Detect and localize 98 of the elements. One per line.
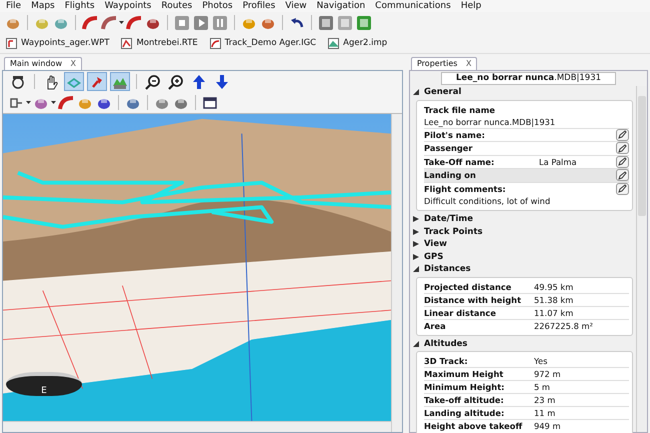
track-icon[interactable]: [101, 14, 117, 30]
edit-button[interactable]: [616, 128, 629, 141]
track-icon[interactable]: [58, 94, 74, 110]
zoom-out-icon: [145, 74, 161, 90]
expand-triangle-icon[interactable]: [413, 228, 419, 235]
property-label: Landing altitude:: [424, 408, 506, 418]
open-file-tab[interactable]: Ager2.imp: [328, 38, 388, 48]
menu-item[interactable]: Routes: [161, 0, 192, 12]
marker-button[interactable]: [87, 72, 107, 91]
field-label: Flight comments:: [424, 184, 507, 194]
vertical-scrollbar[interactable]: [636, 86, 647, 432]
property-label: Linear distance: [424, 308, 497, 318]
waypoint-file-icon: [6, 38, 17, 48]
expand-triangle-icon[interactable]: [413, 254, 419, 260]
collapse-triangle-icon[interactable]: [413, 89, 419, 96]
section-header[interactable]: Distances: [413, 263, 633, 276]
field-label: Track file name: [424, 104, 496, 116]
window-icon[interactable]: [202, 94, 218, 110]
edit-button[interactable]: [616, 182, 629, 195]
properties-tab[interactable]: Properties X: [411, 57, 478, 70]
dropdown-caret-icon[interactable]: [119, 21, 124, 24]
pause-icon[interactable]: [212, 14, 228, 30]
dropdown-caret-icon[interactable]: [51, 101, 56, 104]
property-row[interactable]: Passenger: [424, 141, 629, 154]
open-file-tab[interactable]: Waypoints_ager.WPT: [6, 38, 110, 48]
property-value: 949 m: [534, 421, 561, 431]
zoom-out-button[interactable]: [143, 72, 163, 91]
property-label: Projected distance: [424, 282, 512, 292]
section-header[interactable]: Date/Time: [413, 213, 633, 226]
arrow-up-icon: [191, 74, 207, 90]
open-file-tab[interactable]: Track_Demo Ager.IGC: [210, 38, 316, 48]
dropdown-caret-icon[interactable]: [26, 101, 31, 104]
property-value: 2267225.8 m²: [534, 320, 593, 330]
edit-button[interactable]: [616, 142, 629, 154]
field-label: Pilot's name:: [424, 130, 486, 140]
edit-button[interactable]: [616, 156, 629, 168]
arrow-down-icon: [214, 74, 230, 90]
menu-item[interactable]: Profiles: [242, 0, 276, 12]
menu-item[interactable]: File: [6, 0, 22, 12]
property-row[interactable]: Landing on: [424, 168, 629, 182]
property-value: 11.07 km: [534, 308, 574, 318]
menu-item[interactable]: Flights: [64, 0, 95, 12]
zoom-in-button[interactable]: [166, 72, 186, 91]
property-value: 23 m: [534, 395, 556, 405]
property-label: Height above takeoff: [424, 421, 524, 431]
collapse-triangle-icon[interactable]: [413, 340, 419, 347]
menu-item[interactable]: Communications: [375, 0, 451, 12]
field-label: Passenger: [424, 143, 474, 154]
field-value: La Palma: [539, 156, 578, 167]
route-file-icon: [121, 38, 132, 48]
edit-button[interactable]: [616, 169, 629, 182]
section-header[interactable]: View: [413, 238, 633, 250]
expand-triangle-icon[interactable]: [413, 241, 419, 248]
expand-triangle-icon[interactable]: [413, 216, 419, 222]
property-label: Distance with height: [424, 294, 522, 304]
horizontal-scrollbar[interactable]: [3, 421, 391, 432]
property-value: 972 m: [534, 369, 561, 379]
property-value: 11 m: [534, 408, 556, 418]
menu-item[interactable]: Navigation: [316, 0, 366, 12]
track-file-icon: [210, 38, 221, 48]
section-header[interactable]: GPS: [413, 250, 633, 263]
menu-item[interactable]: Waypoints: [104, 0, 152, 12]
map-file-icon: [328, 38, 340, 48]
property-label: Maximum Height: [424, 369, 504, 379]
property-row[interactable]: Flight comments:: [424, 182, 629, 195]
terrain-button[interactable]: [110, 72, 130, 91]
section-header[interactable]: Altitudes: [413, 338, 633, 350]
field-label: Landing on: [424, 170, 477, 180]
menu-item[interactable]: Photos: [202, 0, 233, 12]
property-value: 5 m: [534, 382, 550, 392]
menu-item[interactable]: Help: [460, 0, 482, 12]
menu-item[interactable]: Maps: [31, 0, 55, 12]
track-icon[interactable]: [82, 14, 98, 30]
property-row[interactable]: Pilot's name:: [424, 128, 629, 141]
property-value: 51.38 km: [534, 294, 574, 304]
field-value: Lee_no borrar nunca.MDB|1931: [424, 116, 556, 128]
property-label: Take-off altitude:: [424, 395, 505, 405]
spreadsheet-icon[interactable]: [356, 14, 372, 30]
zoom-in-icon: [168, 74, 184, 90]
property-label: Minimum Height:: [424, 382, 506, 392]
zoom-reset-icon: [10, 74, 26, 90]
field-value: Difficult conditions, lot of wind: [424, 195, 552, 207]
section-header[interactable]: General: [413, 86, 633, 98]
main-window-tab[interactable]: Main window X: [4, 57, 82, 70]
play-icon[interactable]: [193, 14, 209, 30]
property-label: Area: [424, 320, 447, 330]
field-label: Take-Off name:: [424, 156, 496, 167]
stop-icon[interactable]: [174, 14, 190, 30]
section-header[interactable]: Track Points: [413, 226, 633, 238]
vertical-scrollbar[interactable]: [391, 114, 402, 432]
track-name-field: Lee_no borrar nunca.MDB|1931: [440, 72, 616, 85]
collapse-triangle-icon[interactable]: [413, 266, 419, 272]
open-file-tab[interactable]: Montrebei.RTE: [121, 38, 198, 48]
property-label: 3D Track:: [424, 356, 469, 366]
property-value: 49.95 km: [534, 282, 574, 292]
menu-item[interactable]: View: [285, 0, 307, 12]
track-icon[interactable]: [126, 14, 142, 30]
property-value: Yes: [534, 356, 548, 366]
